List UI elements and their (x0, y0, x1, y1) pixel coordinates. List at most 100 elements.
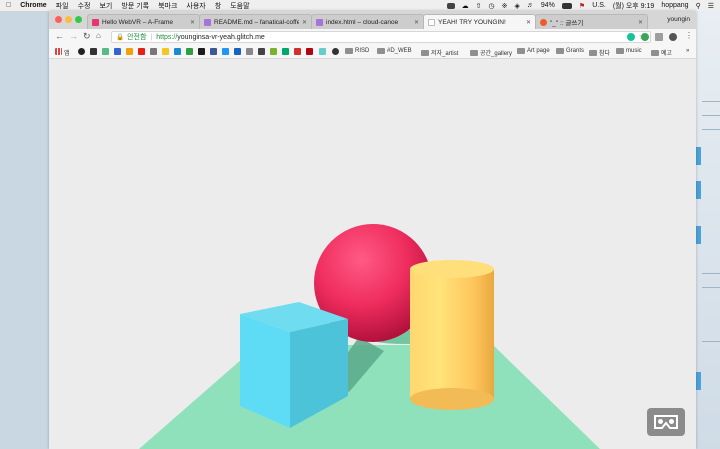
battery-icon[interactable] (561, 2, 572, 9)
tab-index-html[interactable]: index.html – cloud-canoe ✕ (311, 14, 424, 29)
bookmark-folder-grants[interactable]: Grants (556, 48, 584, 54)
bookmark-icon[interactable] (282, 48, 289, 55)
enter-vr-button[interactable] (647, 408, 685, 436)
bookmark-folder-d-web[interactable]: #D_WEB (377, 48, 412, 54)
flag-icon[interactable]: ⚑ (579, 2, 585, 10)
apple-icon[interactable]:  (6, 2, 11, 9)
close-window-button[interactable] (55, 16, 62, 23)
spotlight-icon[interactable]: ⚲ (696, 2, 701, 10)
menu-app-name[interactable]: Chrome (20, 2, 46, 9)
bookmark-folder-risd[interactable]: RISD (345, 48, 369, 54)
netflix-icon[interactable] (306, 48, 313, 55)
bookmark-icon[interactable] (186, 48, 193, 55)
bookmark-icon[interactable] (102, 48, 109, 55)
camera-icon[interactable] (446, 2, 455, 9)
close-tab-icon[interactable]: ✕ (190, 19, 195, 26)
bookmark-icon[interactable] (126, 48, 133, 55)
battery-percent[interactable]: 94% (541, 2, 555, 9)
vr-scene-canvas[interactable] (49, 59, 696, 449)
bookmark-folder-gallery[interactable]: 공간_gallery (470, 48, 512, 57)
time-machine-icon[interactable]: ◷ (489, 2, 495, 10)
close-tab-icon[interactable]: ✕ (302, 19, 307, 26)
bookmark-folder-yego[interactable]: 예고 (651, 48, 672, 57)
bookmark-icon[interactable] (234, 48, 241, 55)
bookmark-icon[interactable] (198, 48, 205, 55)
tab-blog-write[interactable]: "_" :: 글쓰기 ✕ (535, 14, 648, 29)
clock[interactable]: (월) 오후 9:19 (613, 1, 655, 11)
profile-button[interactable]: youngin (667, 16, 690, 23)
extension-green-icon[interactable] (641, 33, 649, 41)
volume-icon[interactable]: ♬ (527, 2, 534, 9)
extension-gray-icon[interactable] (655, 33, 663, 41)
bookmark-icon[interactable] (174, 48, 181, 55)
back-arrow-icon[interactable]: ← (55, 31, 64, 41)
cylinder-body[interactable] (410, 269, 494, 399)
bookmarks-overflow-icon[interactable]: » (686, 48, 689, 54)
upload-icon[interactable]: ⇧ (476, 2, 482, 10)
close-tab-icon[interactable]: ✕ (638, 19, 643, 26)
bookmark-icon[interactable] (270, 48, 277, 55)
tab-label: Hello WebVR – A-Frame (102, 18, 174, 26)
input-source[interactable]: U.S. (592, 2, 606, 9)
menu-help[interactable]: 도움말 (230, 1, 249, 11)
menu-history[interactable]: 방문 기록 (121, 1, 149, 11)
close-tab-icon[interactable]: ✕ (414, 19, 419, 26)
menu-view[interactable]: 보기 (99, 1, 112, 11)
menu-bookmarks[interactable]: 북마크 (158, 1, 177, 11)
bookmark-icon[interactable] (246, 48, 253, 55)
tab-yeah-try-youngin[interactable]: YEAH! TRY YOUNGIN! ✕ (423, 14, 536, 29)
bookmark-label: 저자_artist (431, 51, 459, 57)
menu-file[interactable]: 파일 (56, 1, 69, 11)
wifi-icon[interactable]: ◈ (515, 2, 520, 10)
bookmark-icon[interactable] (210, 48, 217, 55)
bookmark-icon[interactable] (258, 48, 265, 55)
bookmark-folder-music[interactable]: music (616, 48, 642, 54)
browser-toolbar: ← → ↻ ⌂ 🔒 안전함 | https:// younginsa-vr-ye… (49, 29, 696, 45)
bookmark-icon[interactable] (332, 48, 339, 55)
menu-edit[interactable]: 수정 (78, 1, 91, 11)
bookmark-label: #D_WEB (387, 48, 412, 54)
user-name[interactable]: hoppang (661, 2, 688, 9)
chrome-menu-icon[interactable]: ⋮ (685, 31, 693, 40)
bookmark-label: 공간_gallery (480, 51, 513, 57)
address-bar[interactable]: 🔒 안전함 | https:// younginsa-vr-yeah.glitc… (111, 31, 651, 43)
lock-icon[interactable]: 🔒 (116, 33, 124, 41)
bookmark-icon[interactable] (319, 48, 326, 55)
folder-icon (421, 49, 429, 56)
bookmark-icon[interactable] (78, 48, 85, 55)
bookmark-icon[interactable] (90, 48, 97, 55)
bookmark-label: 예고 (661, 51, 673, 57)
bookmarks-bar: 앱 RISD #D_WEB 저자_artist 공간_gallery Art p… (49, 45, 696, 59)
zoom-window-button[interactable] (75, 16, 82, 23)
extension-grammarly-icon[interactable] (627, 33, 635, 41)
extension-dark-icon[interactable] (669, 33, 677, 41)
reload-icon[interactable]: ↻ (83, 31, 91, 42)
apps-shortcut[interactable]: 앱 (64, 48, 70, 57)
bookmark-icon[interactable] (162, 48, 169, 55)
tab-readme[interactable]: README.md – fanatical-coffe ✕ (199, 14, 312, 29)
bookmark-folder-art-page[interactable]: Art page (517, 48, 550, 54)
bookmark-icon[interactable] (294, 48, 301, 55)
bookmark-icon[interactable] (222, 48, 229, 55)
close-tab-icon[interactable]: ✕ (526, 19, 531, 26)
menu-people[interactable]: 사용자 (186, 1, 205, 11)
menu-window[interactable]: 창 (215, 1, 221, 11)
folder-icon (377, 48, 385, 54)
bookmark-folder-artist[interactable]: 저자_artist (421, 48, 458, 57)
forward-arrow-icon[interactable]: → (69, 31, 78, 41)
bookmark-icon[interactable] (114, 48, 121, 55)
home-icon[interactable]: ⌂ (96, 31, 101, 40)
apps-grid-icon[interactable] (55, 48, 62, 55)
folder-icon (616, 48, 624, 54)
bookmark-folder-chamda[interactable]: 참다 (589, 48, 610, 57)
vr-headset-icon (654, 415, 678, 429)
tab-hello-webvr[interactable]: Hello WebVR – A-Frame ✕ (87, 14, 200, 29)
notification-center-icon[interactable]: ☰ (708, 2, 714, 10)
blog-favicon-icon (540, 18, 547, 26)
youtube-icon[interactable] (138, 48, 145, 55)
bookmark-icon[interactable] (150, 48, 157, 55)
minimize-window-button[interactable] (65, 16, 72, 23)
bookmark-label: Art page (527, 48, 550, 54)
cloud-icon[interactable]: ☁ (462, 2, 469, 10)
bluetooth-icon[interactable]: ※ (502, 2, 508, 10)
